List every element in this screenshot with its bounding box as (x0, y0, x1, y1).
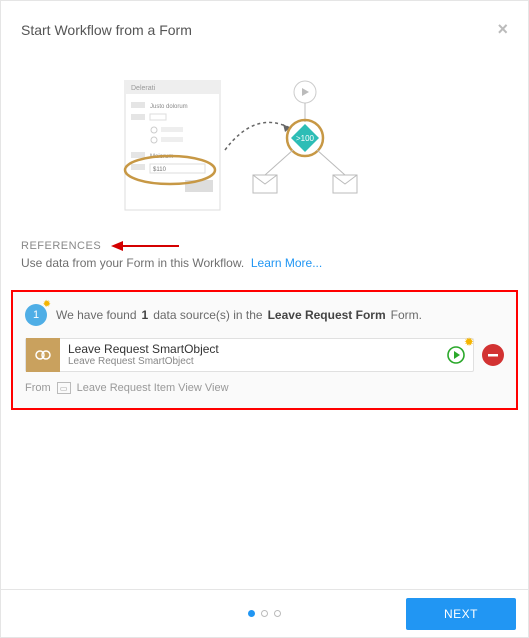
references-description: Use data from your Form in this Workflow… (21, 256, 508, 270)
view-icon: ▭ (57, 382, 71, 394)
source-name: Leave Request SmartObject (68, 343, 437, 356)
source-subtitle: Leave Request SmartObject (68, 356, 437, 367)
step-badge: 1 (25, 304, 47, 326)
run-source-button[interactable]: ✹ (445, 344, 467, 366)
found-summary: 1 We have found 1 data source(s) in the … (25, 304, 504, 326)
new-indicator-icon: ✹ (464, 335, 474, 349)
dialog-title: Start Workflow from a Form (21, 22, 192, 38)
next-button[interactable]: NEXT (406, 598, 516, 630)
source-origin: From ▭ Leave Request Item View View (25, 382, 504, 394)
data-source-item[interactable]: Leave Request SmartObject Leave Request … (25, 338, 474, 372)
pager-dot[interactable] (261, 610, 268, 617)
smartobject-icon (26, 338, 60, 372)
data-sources-panel: 1 We have found 1 data source(s) in the … (11, 290, 518, 410)
illustration: Delerati Justo dolorum Maiorum $110 >100 (1, 50, 528, 240)
remove-source-button[interactable] (482, 344, 504, 366)
pager-dot[interactable] (274, 610, 281, 617)
svg-text:>100: >100 (295, 134, 314, 143)
wizard-footer: NEXT (1, 589, 528, 637)
pager-dot[interactable] (248, 610, 255, 617)
form-mock-title: Delerati (131, 85, 156, 92)
annotation-arrow-icon (111, 240, 181, 252)
references-heading: REFERENCES (21, 240, 101, 252)
svg-text:Justo dolorum: Justo dolorum (150, 104, 188, 110)
svg-text:$110: $110 (153, 167, 167, 173)
step-pager (248, 610, 281, 617)
learn-more-link[interactable]: Learn More... (251, 256, 322, 270)
close-icon[interactable]: × (497, 19, 508, 40)
